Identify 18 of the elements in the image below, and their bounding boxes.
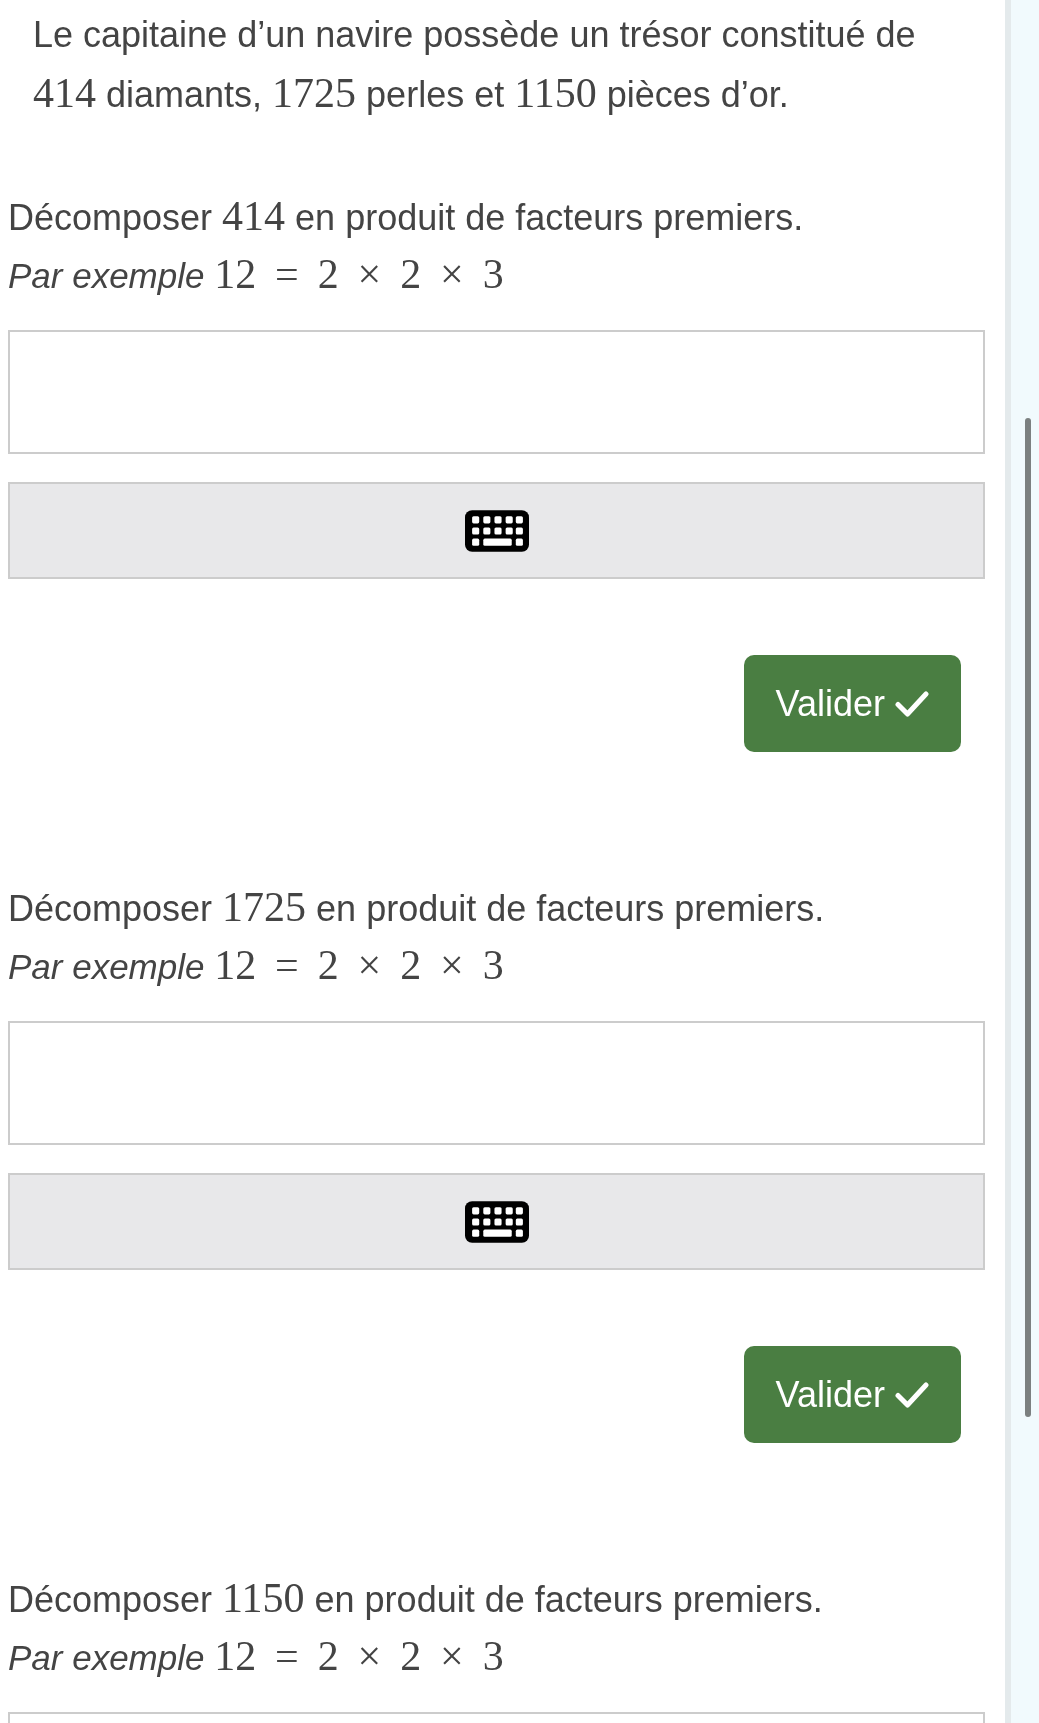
example-text: Par exemple 12 = 2 × 2 × 3 <box>8 941 505 990</box>
validate-button[interactable]: Valider <box>743 655 961 752</box>
keyboard-button[interactable] <box>8 1173 985 1270</box>
answer-field[interactable] <box>8 1021 985 1145</box>
question-text: Décomposer 1725 en produit de facteurs premiers. <box>8 883 826 932</box>
check-icon <box>895 690 929 717</box>
keyboard-button[interactable] <box>8 482 985 579</box>
example-text: Par exemple 12 = 2 × 2 × 3 <box>8 1632 505 1681</box>
check-icon <box>895 1381 929 1408</box>
question-text: Décomposer 414 en produit de facteurs premiers. <box>8 192 805 241</box>
intro-paragraph: Le capitaine d’un navire possède un trésor constitué de 414 diamants, 1725 perles et 1150 pièces d’or. <box>33 13 917 118</box>
scrollbar-thumb[interactable] <box>1025 418 1031 1417</box>
answer-field[interactable] <box>8 330 985 454</box>
validate-button[interactable]: Valider <box>743 1346 961 1443</box>
example-text: Par exemple 12 = 2 × 2 × 3 <box>8 250 505 299</box>
keyboard-icon <box>464 1200 529 1243</box>
question-text: Décomposer 1150 en produit de facteurs premiers. <box>8 1574 824 1623</box>
keyboard-icon <box>464 509 529 552</box>
